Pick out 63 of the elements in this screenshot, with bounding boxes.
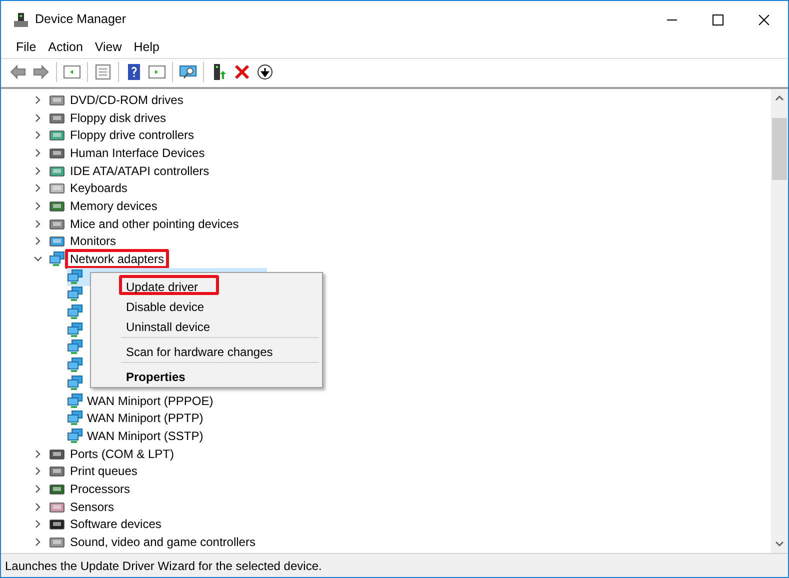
network-adapter-icon bbox=[67, 339, 83, 356]
network-adapter-icon bbox=[67, 322, 83, 338]
tree-item[interactable]: Memory devices bbox=[65, 196, 162, 216]
network-adapter-icon bbox=[67, 357, 83, 374]
tree-item[interactable]: Software devices bbox=[65, 514, 166, 534]
tree-item[interactable]: Floppy drive controllers bbox=[65, 125, 200, 146]
tree-item[interactable]: Print queues bbox=[65, 461, 142, 482]
menu-item[interactable]: Help bbox=[128, 38, 166, 57]
expand-chevron-icon[interactable] bbox=[34, 131, 42, 140]
tree-item[interactable]: Human Interface Devices bbox=[65, 142, 210, 163]
expand-chevron-icon[interactable] bbox=[34, 467, 42, 476]
tree-item[interactable]: Processors bbox=[65, 478, 136, 499]
status-text: Launches the Update Driver Wizard for the selected device. bbox=[5, 558, 322, 574]
scroll-down-icon[interactable] bbox=[775, 541, 784, 547]
network-adapter-icon bbox=[67, 374, 83, 391]
maximize-icon[interactable] bbox=[712, 14, 724, 26]
tree-item[interactable]: WAN Miniport (PPTP) bbox=[67, 409, 208, 428]
tree-item[interactable]: WAN Miniport (SSTP) bbox=[67, 427, 208, 445]
menu-item[interactable]: File bbox=[10, 38, 42, 57]
expand-chevron-icon[interactable] bbox=[34, 502, 42, 511]
expand-chevron-icon[interactable] bbox=[34, 520, 42, 528]
expand-chevron-icon[interactable] bbox=[34, 166, 42, 175]
context-menu-item[interactable]: Update driver bbox=[119, 275, 219, 295]
expand-chevron-icon[interactable] bbox=[34, 96, 42, 104]
network-adapter-icon bbox=[67, 392, 83, 409]
tree-item[interactable]: Keyboards bbox=[65, 178, 132, 198]
network-adapter-icon bbox=[67, 410, 83, 426]
tree-item[interactable]: Sensors bbox=[65, 496, 120, 517]
context-menu-item[interactable]: Uninstall device bbox=[119, 315, 218, 335]
scrollbar[interactable] bbox=[771, 89, 788, 553]
expand-chevron-icon[interactable] bbox=[34, 184, 42, 192]
network-adapter-icon bbox=[67, 428, 83, 444]
context-menu-item[interactable]: Disable device bbox=[119, 295, 212, 315]
network-adapter-icon bbox=[49, 251, 65, 268]
tree-item[interactable]: WAN Miniport (PPPOE) bbox=[67, 392, 218, 410]
context-menu-item[interactable]: Scan for hardware changes bbox=[119, 340, 280, 360]
tree-item[interactable]: Sound, video and game controllers bbox=[65, 532, 260, 552]
expand-chevron-icon[interactable] bbox=[34, 114, 42, 122]
network-adapter-icon bbox=[67, 268, 83, 285]
scroll-thumb[interactable] bbox=[772, 118, 787, 180]
expand-chevron-icon[interactable] bbox=[34, 220, 42, 228]
network-adapter-icon bbox=[67, 286, 83, 302]
app-icon bbox=[13, 12, 29, 28]
menu-item[interactable]: Action bbox=[42, 38, 89, 57]
expand-chevron-icon[interactable] bbox=[34, 484, 42, 493]
tree-item[interactable]: DVD/CD-ROM drives bbox=[65, 90, 188, 110]
expand-chevron-icon[interactable] bbox=[34, 450, 42, 458]
tree-item[interactable]: Floppy disk drives bbox=[65, 108, 172, 128]
tree-item[interactable]: Mice and other pointing devices bbox=[65, 214, 244, 234]
close-icon[interactable] bbox=[758, 14, 770, 26]
scroll-up-icon[interactable] bbox=[775, 95, 784, 101]
tree-item[interactable]: IDE ATA/ATAPI controllers bbox=[65, 160, 214, 181]
network-adapter-icon bbox=[67, 304, 83, 320]
window-title: Device Manager bbox=[35, 11, 126, 28]
expand-chevron-icon[interactable] bbox=[34, 148, 42, 157]
context-menu-item[interactable]: Properties bbox=[119, 365, 192, 385]
menu-item[interactable]: View bbox=[88, 38, 128, 57]
collapse-chevron-icon[interactable] bbox=[34, 255, 42, 264]
tree-item[interactable]: Ports (COM & LPT) bbox=[65, 444, 180, 464]
expand-chevron-icon[interactable] bbox=[34, 237, 42, 246]
expand-chevron-icon[interactable] bbox=[34, 538, 42, 546]
tree-item[interactable]: Monitors bbox=[65, 231, 122, 252]
expand-chevron-icon[interactable] bbox=[34, 202, 42, 210]
